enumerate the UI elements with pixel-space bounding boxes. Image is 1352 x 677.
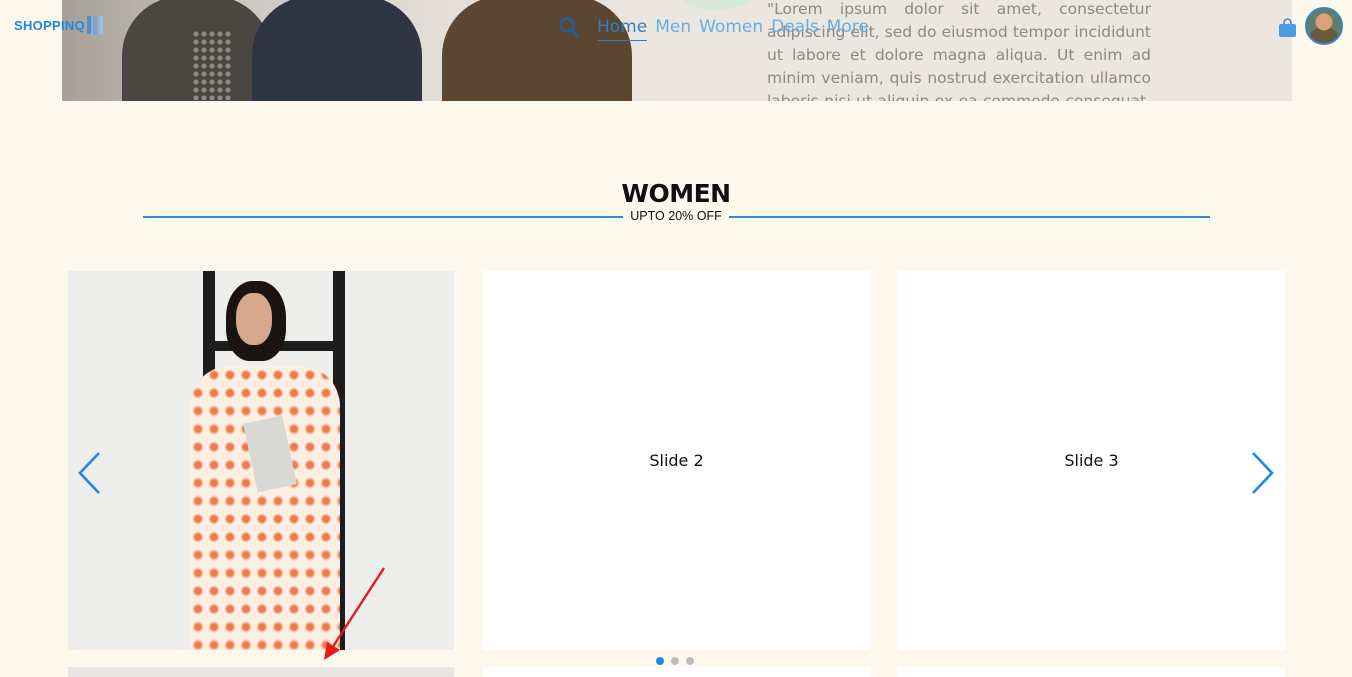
pagination-dot-2[interactable] — [671, 657, 679, 665]
chevron-right-icon[interactable] — [1249, 450, 1275, 496]
logo-text: SHOPPINQ — [14, 17, 86, 33]
avatar[interactable] — [1305, 7, 1343, 45]
next-row-slide-1 — [68, 667, 454, 677]
section-title: WOMEN — [621, 179, 731, 208]
carousel-slide-3[interactable]: Slide 3 — [898, 271, 1285, 650]
section-subtitle: UPTO 20% OFF — [630, 209, 722, 223]
chevron-left-icon[interactable] — [77, 450, 103, 496]
nav-women[interactable]: Women — [699, 15, 763, 41]
next-row-slide-2 — [483, 667, 870, 677]
slide-label: Slide 3 — [1064, 451, 1119, 470]
pagination-dot-1[interactable] — [656, 657, 664, 665]
hero-shirt-pattern — [192, 30, 232, 100]
logo-bars-icon — [87, 16, 104, 34]
pagination-dot-3[interactable] — [686, 657, 694, 665]
nav-men[interactable]: Men — [655, 15, 691, 41]
shopping-bag-icon[interactable] — [1278, 18, 1297, 38]
hero-decoration — [677, 0, 757, 10]
search-icon[interactable] — [558, 16, 580, 38]
model-face — [236, 293, 272, 345]
site-logo[interactable]: SHOPPINQ — [14, 16, 104, 34]
nav-more[interactable]: More — [827, 15, 869, 41]
nav-deals[interactable]: Deals — [771, 15, 819, 41]
carousel-slide-1[interactable] — [68, 271, 454, 650]
carousel-pagination — [656, 657, 694, 665]
main-nav: Home Men Women Deals More — [597, 15, 869, 41]
next-row-slide-3 — [898, 667, 1285, 677]
slide-label: Slide 2 — [649, 451, 704, 470]
model-outfit — [190, 366, 340, 650]
carousel-slide-2[interactable]: Slide 2 — [483, 271, 870, 650]
nav-home[interactable]: Home — [597, 15, 648, 41]
hero-person-center — [252, 0, 422, 101]
